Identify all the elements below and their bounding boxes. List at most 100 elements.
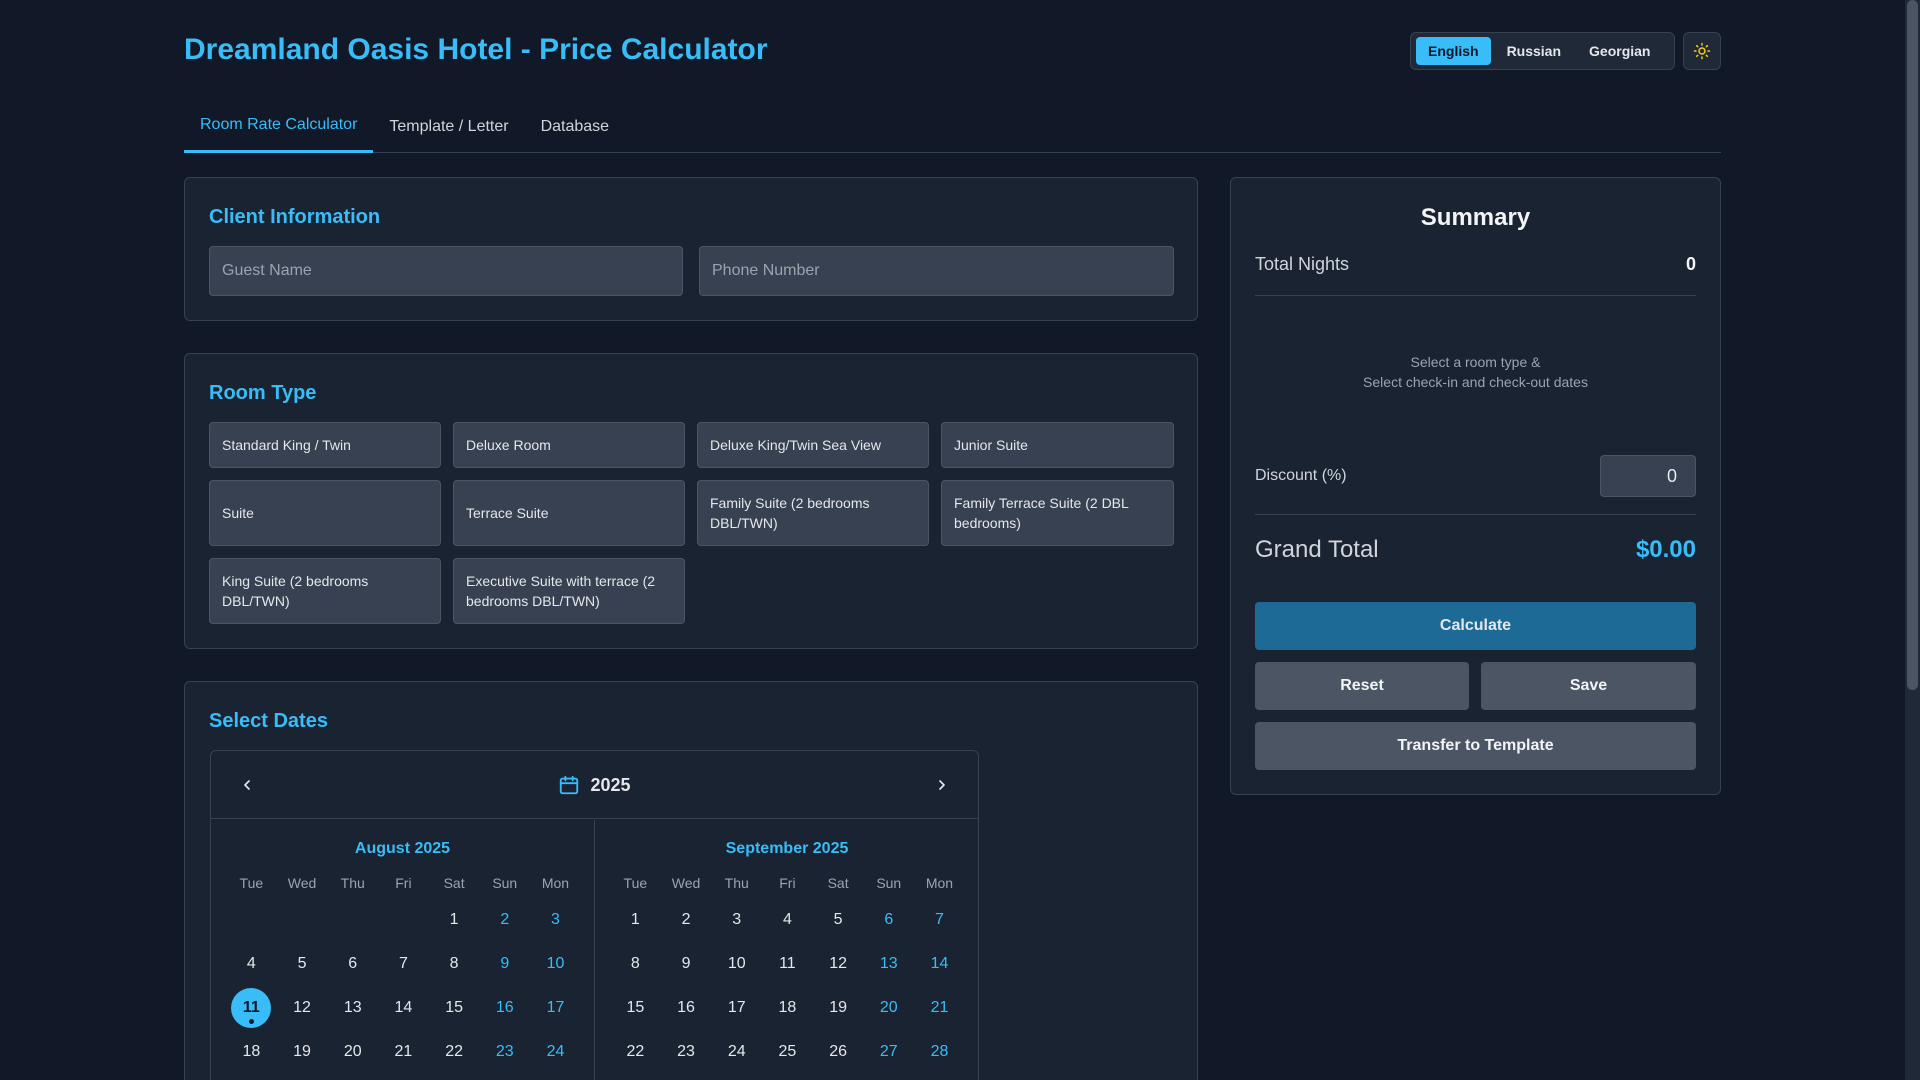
- calendar-day[interactable]: 10: [530, 944, 581, 984]
- room-executive-suite[interactable]: Executive Suite with terrace (2 bedrooms…: [453, 558, 685, 624]
- calendar-day[interactable]: 4: [226, 944, 277, 984]
- calendar-day[interactable]: 13: [327, 988, 378, 1028]
- room-suite[interactable]: Suite: [209, 480, 441, 546]
- month-title: September 2025: [725, 840, 849, 857]
- calendar-day[interactable]: 21: [378, 1032, 429, 1072]
- calendar-day[interactable]: 6: [863, 900, 914, 940]
- room-deluxe[interactable]: Deluxe Room: [453, 422, 685, 468]
- calendar-day[interactable]: 6: [327, 944, 378, 984]
- calendar-day[interactable]: 26: [813, 1032, 864, 1072]
- theme-toggle-button[interactable]: [1683, 32, 1721, 70]
- calendar-day-number: 21: [394, 1043, 413, 1060]
- calendar-year-label[interactable]: 2025: [211, 771, 978, 799]
- calendar-day[interactable]: 1: [429, 900, 480, 940]
- weekday-label: Sun: [876, 875, 902, 891]
- tab-template-letter[interactable]: Template / Letter: [373, 100, 524, 153]
- room-standard-king-twin[interactable]: Standard King / Twin: [209, 422, 441, 468]
- calendar-day-number: 14: [930, 955, 949, 972]
- calendar-day[interactable]: 17: [711, 988, 762, 1028]
- calendar-day[interactable]: 7: [914, 900, 965, 940]
- tab-database[interactable]: Database: [525, 100, 626, 153]
- calendar-day[interactable]: 22: [429, 1032, 480, 1072]
- calendar-day-number: 5: [297, 955, 307, 972]
- lang-russian-button[interactable]: Russian: [1495, 37, 1573, 65]
- calendar-day[interactable]: 12: [813, 944, 864, 984]
- calendar-day[interactable]: 20: [327, 1032, 378, 1072]
- next-month-button[interactable]: [928, 771, 956, 799]
- calendar-day[interactable]: 3: [711, 900, 762, 940]
- discount-input[interactable]: [1600, 455, 1696, 497]
- page-scrollbar[interactable]: [1905, 0, 1920, 1080]
- calendar-day[interactable]: 25: [762, 1032, 813, 1072]
- calendar-day[interactable]: 2: [661, 900, 712, 940]
- calendar-day[interactable]: 23: [479, 1032, 530, 1072]
- calendar-day[interactable]: 14: [378, 988, 429, 1028]
- weekday-label: Sun: [492, 875, 518, 891]
- calendar-day[interactable]: 28: [914, 1032, 965, 1072]
- calendar-day[interactable]: 15: [610, 988, 661, 1028]
- calendar-day[interactable]: 4: [762, 900, 813, 940]
- summary-title: Summary: [1420, 204, 1531, 231]
- calendar-day-number: 14: [394, 999, 413, 1016]
- calendar-day-number: 3: [551, 911, 560, 928]
- calendar-day[interactable]: 5: [813, 900, 864, 940]
- calendar-day-number: 6: [884, 911, 894, 928]
- room-family-terrace-suite[interactable]: Family Terrace Suite (2 DBL bedrooms): [941, 480, 1174, 546]
- weekday-label: Sat: [827, 875, 849, 891]
- calendar-day[interactable]: 19: [277, 1032, 328, 1072]
- calendar-day[interactable]: 24: [530, 1032, 581, 1072]
- calendar-day[interactable]: 1: [610, 900, 661, 940]
- calendar-day[interactable]: 18: [762, 988, 813, 1028]
- calendar-header: 2025: [211, 751, 978, 819]
- calendar-day[interactable]: 14: [914, 944, 965, 984]
- lang-english-button[interactable]: English: [1416, 37, 1491, 65]
- calendar-day[interactable]: 10: [711, 944, 762, 984]
- calendar-day-number: 26: [829, 1043, 847, 1060]
- calendar-day[interactable]: 21: [914, 988, 965, 1028]
- calculate-button[interactable]: Calculate: [1255, 602, 1696, 650]
- calendar-day[interactable]: 23: [661, 1032, 712, 1072]
- calendar-day[interactable]: 16: [479, 988, 530, 1028]
- calendar-day-number: 24: [727, 1043, 746, 1060]
- calendar-day[interactable]: 11: [226, 988, 277, 1028]
- calendar-day[interactable]: 7: [378, 944, 429, 984]
- room-junior-suite[interactable]: Junior Suite: [941, 422, 1174, 468]
- calendar-day[interactable]: 5: [277, 944, 328, 984]
- month-title: August 2025: [354, 840, 451, 857]
- calendar-day[interactable]: 18: [226, 1032, 277, 1072]
- calendar-day[interactable]: 3: [530, 900, 581, 940]
- calendar-day[interactable]: 13: [863, 944, 914, 984]
- client-info-card: Client Information: [184, 177, 1198, 321]
- calendar-day-number: 15: [445, 999, 463, 1016]
- calendar-day[interactable]: 19: [813, 988, 864, 1028]
- room-terrace-suite[interactable]: Terrace Suite: [453, 480, 685, 546]
- calendar-icon: [560, 775, 579, 795]
- calendar-day[interactable]: 11: [762, 944, 813, 984]
- guest-name-input[interactable]: [209, 246, 683, 296]
- calendar-day[interactable]: 9: [479, 944, 530, 984]
- calendar-day[interactable]: 22: [610, 1032, 661, 1072]
- reset-button[interactable]: Reset: [1255, 662, 1469, 710]
- room-family-suite[interactable]: Family Suite (2 bedrooms DBL/TWN): [697, 480, 929, 546]
- calendar-day[interactable]: 24: [711, 1032, 762, 1072]
- weekday-label: Thu: [340, 875, 365, 891]
- tab-room-rate-calculator[interactable]: Room Rate Calculator: [184, 100, 374, 153]
- room-deluxe-sea-view[interactable]: Deluxe King/Twin Sea View: [697, 422, 929, 468]
- phone-number-input[interactable]: [699, 246, 1174, 296]
- calendar-day[interactable]: 8: [429, 944, 480, 984]
- calendar-day[interactable]: 12: [277, 988, 328, 1028]
- calendar-day[interactable]: 16: [661, 988, 712, 1028]
- calendar-day[interactable]: 9: [661, 944, 712, 984]
- calendar-day[interactable]: 20: [863, 988, 914, 1028]
- calendar-day[interactable]: 15: [429, 988, 480, 1028]
- calendar-day[interactable]: 27: [863, 1032, 914, 1072]
- save-button[interactable]: Save: [1481, 662, 1696, 710]
- transfer-to-template-button[interactable]: Transfer to Template: [1255, 722, 1696, 770]
- room-king-suite[interactable]: King Suite (2 bedrooms DBL/TWN): [209, 558, 441, 624]
- calendar-day[interactable]: 17: [530, 988, 581, 1028]
- calendar-day[interactable]: 8: [610, 944, 661, 984]
- lang-georgian-button[interactable]: Georgian: [1577, 37, 1662, 65]
- calendar-day[interactable]: 2: [479, 900, 530, 940]
- calendar-day-number: 3: [732, 911, 742, 928]
- scrollbar-thumb[interactable]: [1907, 0, 1918, 690]
